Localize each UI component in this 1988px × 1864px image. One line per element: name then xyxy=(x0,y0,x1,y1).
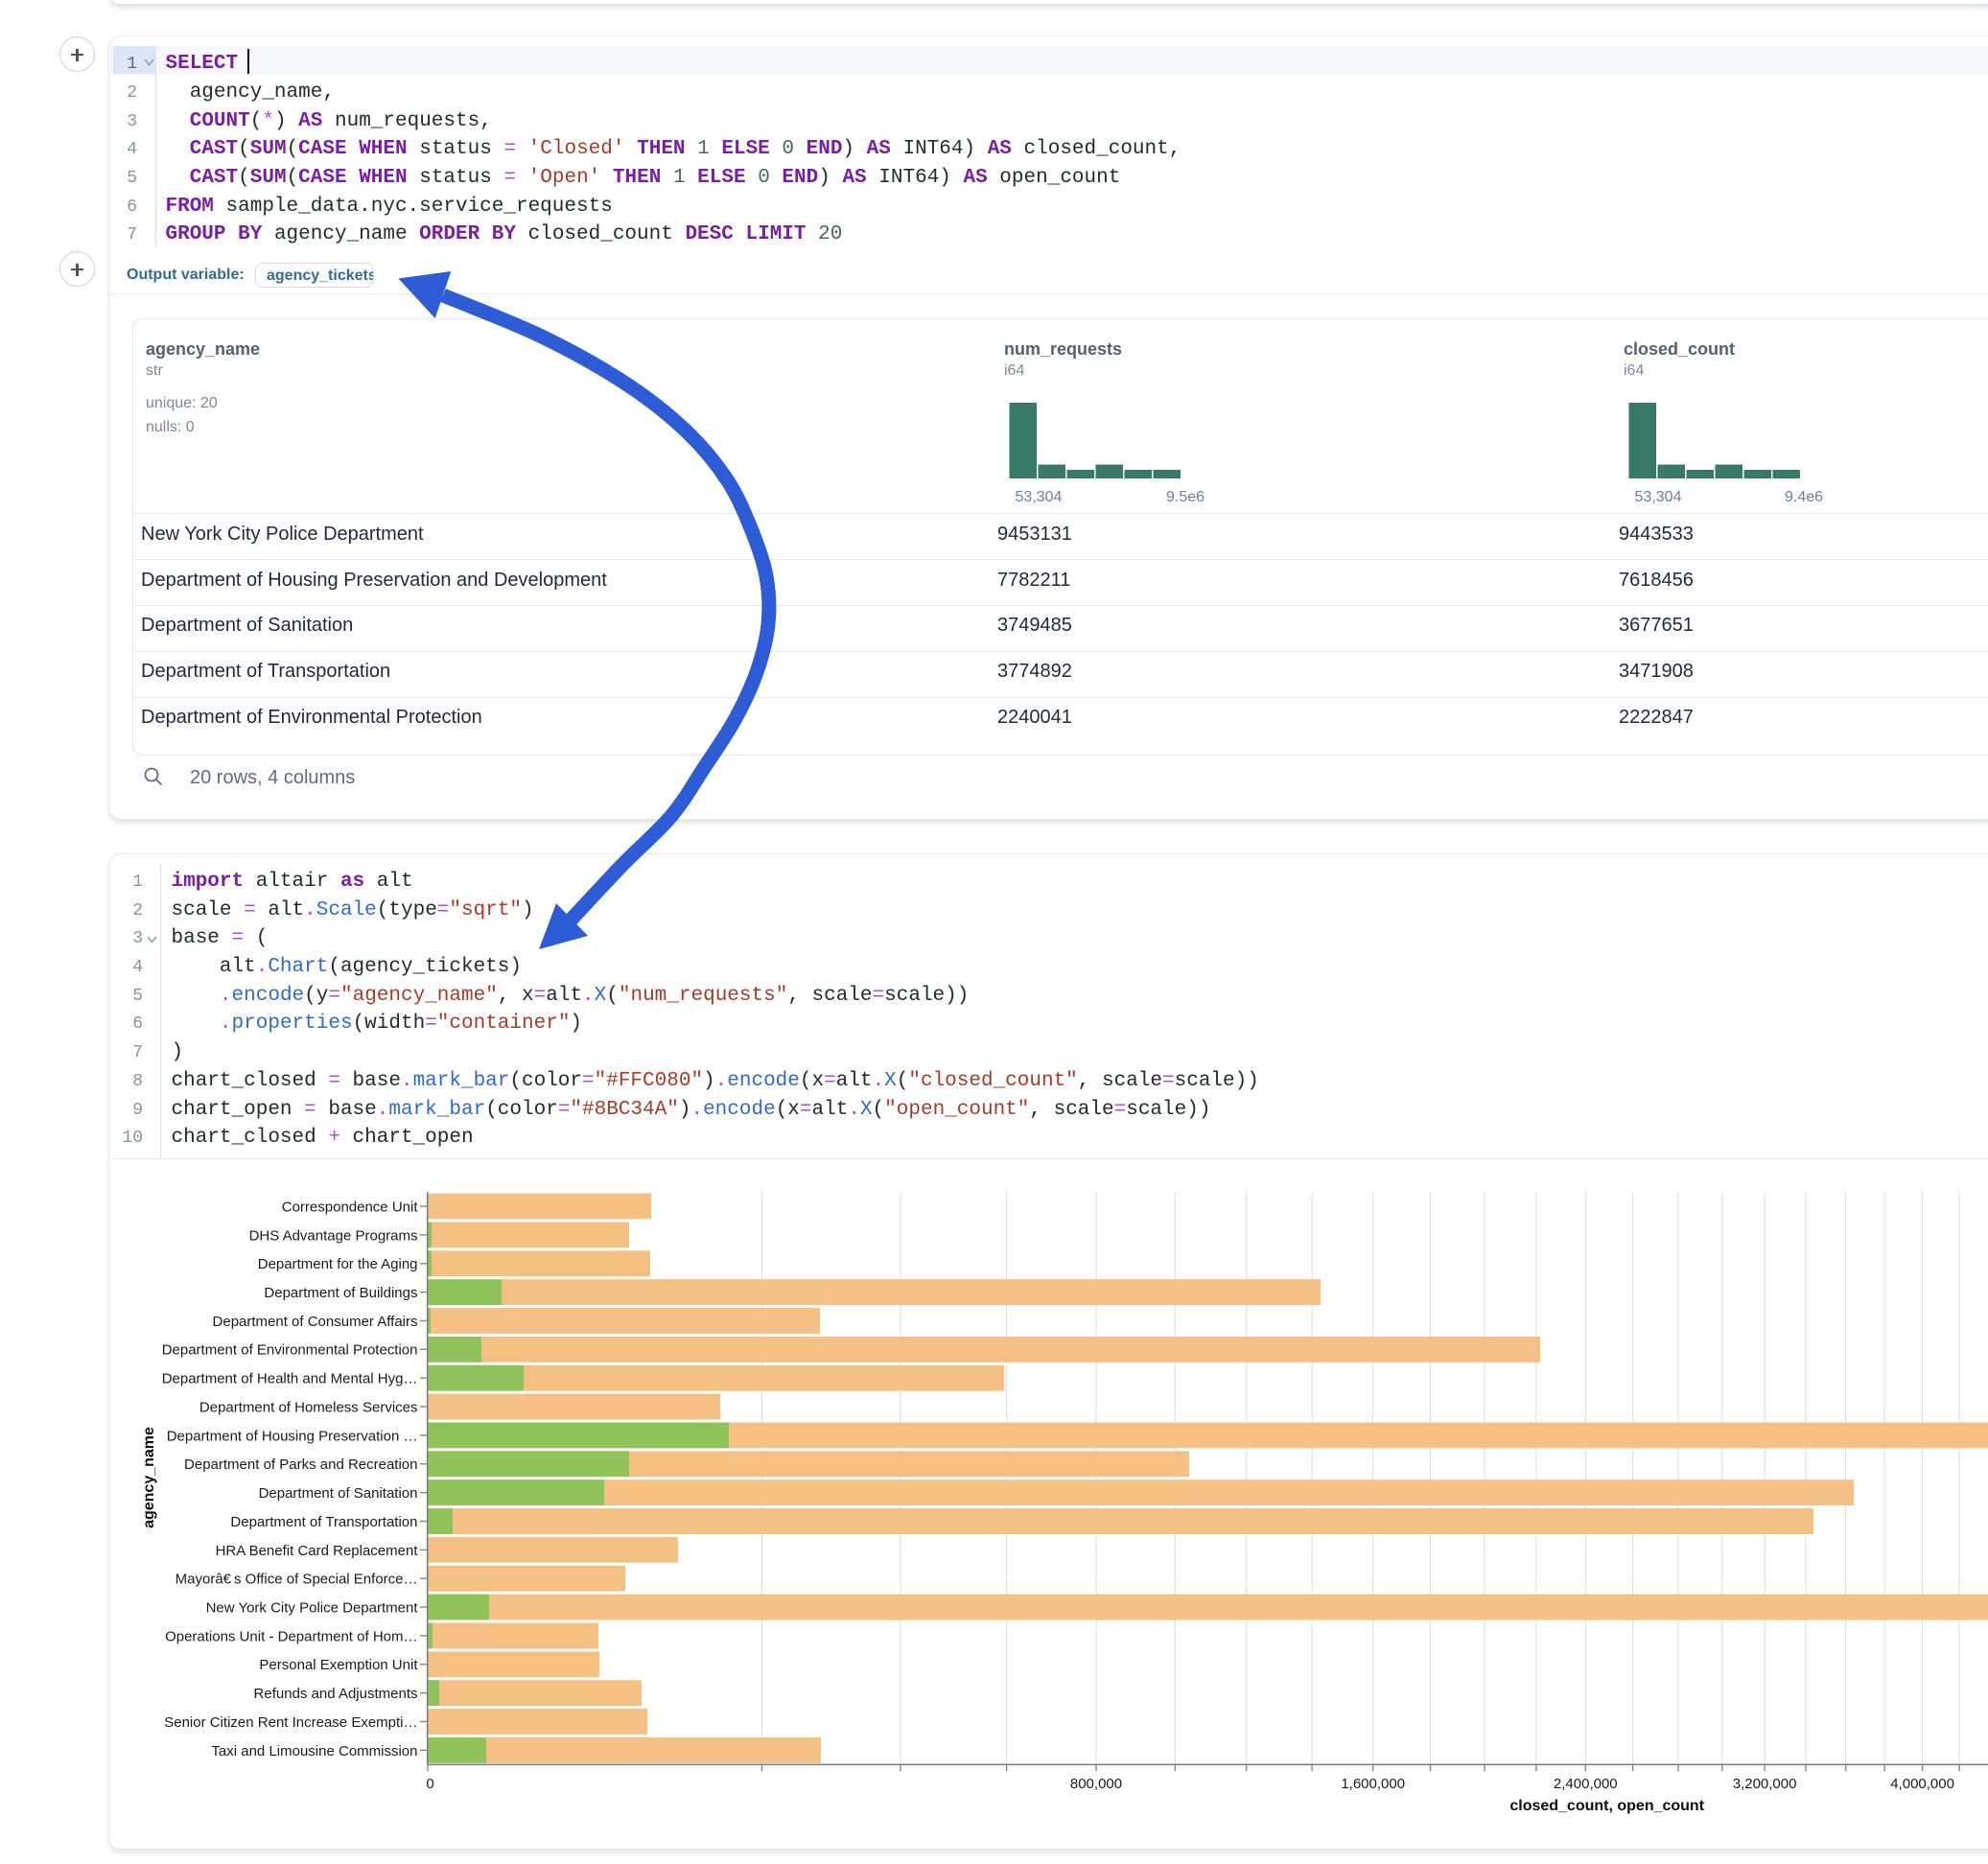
svg-text:agency_name: agency_name xyxy=(141,1427,157,1528)
svg-text:Department for the Aging: Department for the Aging xyxy=(258,1256,418,1272)
svg-text:Correspondence Unit: Correspondence Unit xyxy=(282,1199,419,1215)
svg-text:DHS Advantage Programs: DHS Advantage Programs xyxy=(249,1227,418,1244)
svg-text:Mayorâ€ s Office of Special En: Mayorâ€ s Office of Special Enforce… xyxy=(175,1572,418,1588)
svg-text:Refunds and Adjustments: Refunds and Adjustments xyxy=(254,1686,418,1702)
svg-text:Operations Unit - Department o: Operations Unit - Department of Hom… xyxy=(165,1628,417,1644)
svg-text:Department of Sanitation: Department of Sanitation xyxy=(259,1485,418,1502)
svg-text:800,000: 800,000 xyxy=(1070,1776,1122,1792)
svg-text:Department of Health and Menta: Department of Health and Mental Hyg… xyxy=(162,1371,418,1387)
svg-text:Department of Environmental Pr: Department of Environmental Protection xyxy=(162,1342,418,1359)
svg-text:Senior Citizen Rent Increase E: Senior Citizen Rent Increase Exempti… xyxy=(164,1714,417,1731)
svg-text:HRA Benefit Card Replacement: HRA Benefit Card Replacement xyxy=(216,1543,419,1559)
svg-text:New York City Police Departmen: New York City Police Department xyxy=(206,1599,419,1616)
svg-text:4,000,000: 4,000,000 xyxy=(1890,1776,1954,1792)
svg-text:closed_count, open_count: closed_count, open_count xyxy=(1509,1798,1704,1814)
svg-text:Personal Exemption Unit: Personal Exemption Unit xyxy=(259,1657,418,1673)
svg-text:Department of Transportation: Department of Transportation xyxy=(230,1514,417,1530)
svg-text:Department of Homeless Service: Department of Homeless Services xyxy=(199,1399,418,1415)
svg-text:1,600,000: 1,600,000 xyxy=(1341,1776,1405,1792)
svg-text:Department of Consumer Affairs: Department of Consumer Affairs xyxy=(213,1314,418,1330)
svg-text:2,400,000: 2,400,000 xyxy=(1554,1776,1618,1792)
svg-text:3,200,000: 3,200,000 xyxy=(1733,1776,1797,1792)
svg-text:Department of Housing Preserva: Department of Housing Preservation … xyxy=(167,1428,418,1444)
svg-text:Department of Buildings: Department of Buildings xyxy=(264,1285,417,1301)
svg-text:0: 0 xyxy=(426,1776,433,1792)
svg-text:Department of Parks and Recrea: Department of Parks and Recreation xyxy=(184,1456,417,1473)
svg-text:Taxi and Limousine Commission: Taxi and Limousine Commission xyxy=(211,1743,417,1759)
